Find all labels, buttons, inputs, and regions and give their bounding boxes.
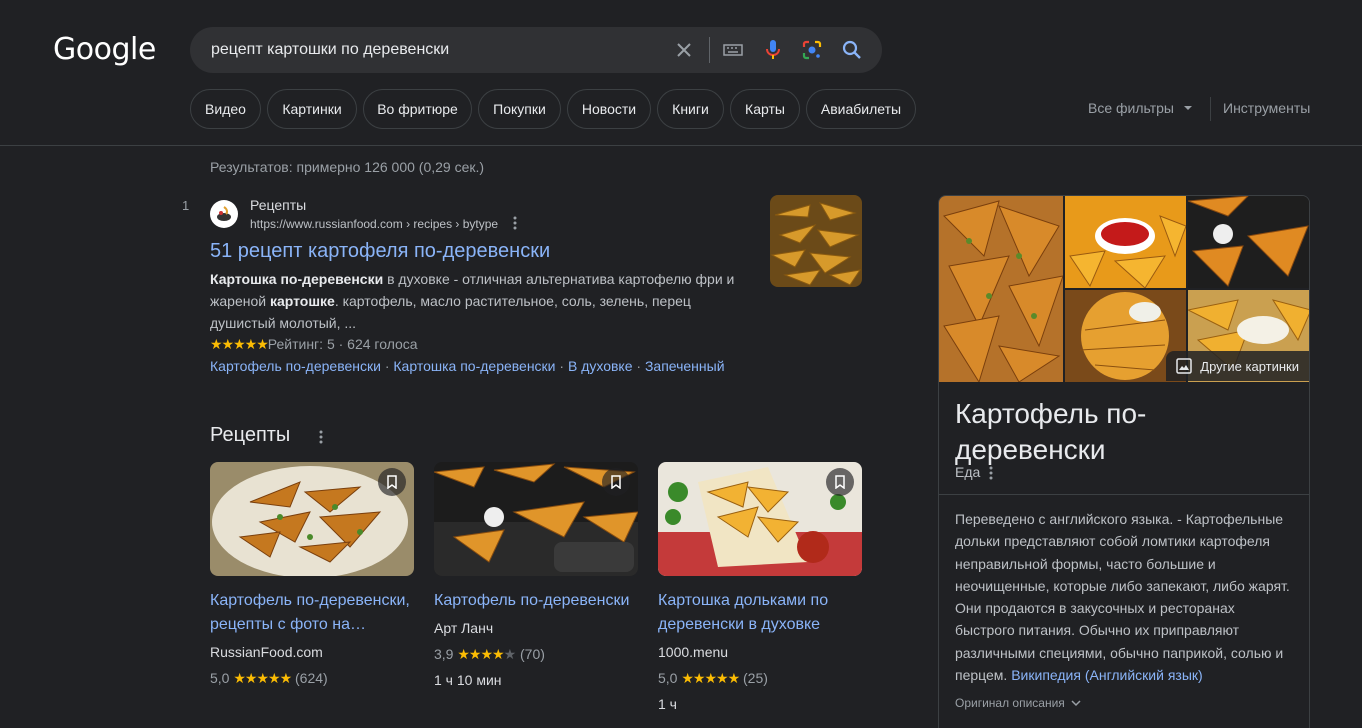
chip-images[interactable]: Картинки: [267, 89, 357, 129]
chip-deep-fried[interactable]: Во фритюре: [363, 89, 472, 129]
kp-type: Еда: [955, 464, 981, 480]
recipe-rating: 3,9 ★★★★★ (70): [434, 646, 545, 663]
header-divider: [0, 145, 1362, 146]
sitelink[interactable]: В духовке: [568, 358, 633, 374]
bookmark-icon[interactable]: [826, 468, 854, 496]
original-description-toggle[interactable]: Оригинал описания: [955, 696, 1083, 710]
rating-value: 5,0: [658, 670, 678, 686]
voice-search-icon[interactable]: [761, 38, 785, 62]
rating-stars: ★★★★★: [210, 336, 269, 352]
search-box[interactable]: рецепт картошки по деревенски: [190, 27, 882, 73]
more-options-icon[interactable]: [508, 214, 522, 232]
recipe-time: 1 ч 10 мин: [434, 672, 502, 688]
chevron-down-icon: [1071, 700, 1081, 707]
bookmark-icon[interactable]: [378, 468, 406, 496]
sitelink-separator: ·: [636, 358, 642, 374]
kp-description: Переведено с английского языка. - Картоф…: [955, 508, 1295, 686]
site-favicon-icon[interactable]: [210, 200, 238, 228]
lens-icon[interactable]: [800, 38, 824, 62]
recipe-image[interactable]: [658, 462, 862, 576]
rating-stars: ★★★★: [457, 646, 504, 662]
knowledge-panel: Другие картинки Картофель по-деревенски …: [938, 195, 1310, 728]
all-filters-label: Все фильтры: [1088, 100, 1174, 116]
more-images-label: Другие картинки: [1200, 358, 1299, 374]
recipe-image[interactable]: [434, 462, 638, 576]
result-snippet: Картошка по-деревенски в духовке - отлич…: [210, 268, 750, 334]
result-title-link[interactable]: 51 рецепт картофеля по-деревенски: [210, 240, 550, 263]
kp-divider: [939, 494, 1309, 495]
keyboard-icon[interactable]: [721, 38, 745, 62]
results-count: Результатов: примерно 126 000 (0,29 сек.…: [210, 159, 485, 175]
original-description-label: Оригинал описания: [955, 696, 1065, 710]
chip-news[interactable]: Новости: [567, 89, 651, 129]
kp-title: Картофель по-деревенски: [955, 398, 1147, 465]
all-filters-button[interactable]: Все фильтры: [1088, 100, 1198, 116]
rating-stars: ★★★★★: [681, 670, 740, 686]
recipe-source: 1000.menu: [658, 644, 729, 660]
more-images-button[interactable]: Другие картинки: [1166, 351, 1309, 381]
sitelink[interactable]: Картофель по-деревенски: [210, 358, 381, 374]
result-rating: ★★★★★Рейтинг: 5 · 624 голоса: [210, 336, 418, 353]
filters-divider: [1210, 97, 1211, 121]
bookmark-icon[interactable]: [602, 468, 630, 496]
rating-votes: (624): [295, 670, 328, 686]
rating-stars: ★★★★★: [233, 670, 292, 686]
snippet-bold: картошке: [269, 293, 335, 309]
chip-video[interactable]: Видео: [190, 89, 261, 129]
rating-votes: (70): [520, 646, 545, 662]
chip-shopping[interactable]: Покупки: [478, 89, 561, 129]
more-options-icon[interactable]: [314, 428, 328, 446]
kp-main-image[interactable]: [939, 196, 1063, 382]
clear-icon[interactable]: [672, 38, 696, 62]
result-thumbnail[interactable]: [770, 195, 862, 287]
recipe-source: RussianFood.com: [210, 644, 323, 660]
recipe-title-link[interactable]: Картофель по-деревенски, рецепты с фото …: [210, 589, 414, 637]
recipe-rating: 5,0 ★★★★★ (624): [210, 670, 328, 687]
image-icon: [1176, 358, 1193, 374]
sitelink[interactable]: Картошка по-деревенски: [393, 358, 555, 374]
chip-maps[interactable]: Карты: [730, 89, 800, 129]
chip-flights[interactable]: Авиабилеты: [806, 89, 916, 129]
recipe-title-link[interactable]: Картошка дольками по деревенски в духовк…: [658, 589, 862, 637]
rating-text: Рейтинг: 5 · 624 голоса: [267, 336, 418, 352]
sitelink[interactable]: Запеченный: [645, 358, 725, 374]
search-divider: [709, 37, 710, 63]
rating-value: 5,0: [210, 670, 230, 686]
tools-button[interactable]: Инструменты: [1223, 100, 1310, 116]
sitelink-separator: ·: [384, 358, 390, 374]
recipes-heading: Рецепты: [210, 424, 291, 446]
rating-value: 3,9: [434, 646, 454, 662]
recipe-time: 1 ч: [658, 696, 677, 712]
more-options-icon[interactable]: [984, 464, 998, 482]
kp-description-text: Переведено с английского языка. - Картоф…: [955, 511, 1290, 684]
dropdown-arrow-icon: [1183, 106, 1192, 110]
snippet-bold: Картошка по-деревенски: [210, 271, 384, 287]
recipe-image[interactable]: [210, 462, 414, 576]
kp-image[interactable]: [1065, 196, 1186, 288]
result-number: 1: [182, 198, 190, 213]
rating-votes: (25): [743, 670, 768, 686]
wikipedia-link[interactable]: Википедия (Английский язык): [1011, 667, 1202, 683]
kp-image[interactable]: [1188, 196, 1309, 288]
recipe-source: Арт Ланч: [434, 620, 494, 636]
google-logo[interactable]: Google: [53, 32, 156, 67]
chip-books[interactable]: Книги: [657, 89, 724, 129]
recipe-rating: 5,0 ★★★★★ (25): [658, 670, 768, 687]
sitelinks: Картофель по-деревенски · Картошка по-де…: [210, 358, 725, 374]
rating-star-empty: ★: [503, 646, 517, 662]
search-input[interactable]: рецепт картошки по деревенски: [211, 41, 449, 59]
site-name[interactable]: Рецепты: [250, 197, 306, 213]
sitelink-separator: ·: [559, 358, 565, 374]
search-icon[interactable]: [840, 38, 864, 62]
site-url[interactable]: https://www.russianfood.com › recipes › …: [250, 217, 498, 231]
recipe-title-link[interactable]: Картофель по-деревенски: [434, 589, 638, 613]
